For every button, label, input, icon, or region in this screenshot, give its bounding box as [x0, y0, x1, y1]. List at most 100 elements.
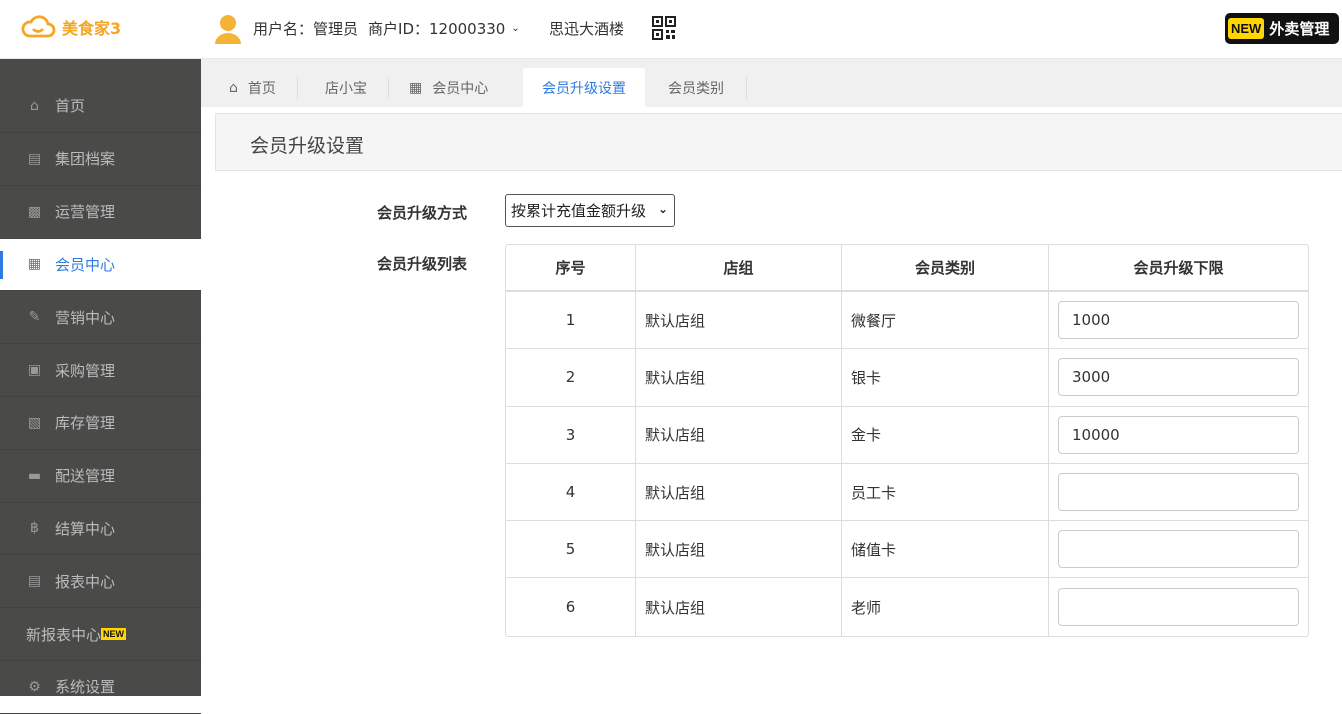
home-icon: ⌂ — [30, 97, 39, 114]
tab-member-center[interactable]: ▦ 会员中心 — [395, 68, 502, 107]
tab-divider — [388, 77, 389, 99]
row-group: 默认店组 — [636, 578, 842, 636]
waimai-button[interactable]: NEW 外卖管理 — [1225, 13, 1339, 44]
table-row: 3 默认店组 金卡 — [506, 406, 1308, 464]
tab-divider — [746, 77, 747, 99]
upgrade-list-label: 会员升级列表 — [377, 255, 468, 273]
column-header-group: 店组 — [636, 245, 842, 292]
sidebar-item-system-settings[interactable]: ⚙ 系统设置 — [0, 661, 201, 714]
sidebar-item-reports[interactable]: ▤ 报表中心 — [0, 555, 201, 609]
row-type: 员工卡 — [842, 463, 1049, 522]
row-no: 1 — [506, 292, 636, 350]
upgrade-method-label: 会员升级方式 — [377, 204, 468, 222]
table-row: 5 默认店组 储值卡 — [506, 521, 1308, 579]
member-card-icon: ▦ — [27, 256, 42, 273]
table-header-row: 序号 店组 会员类别 会员升级下限 — [506, 245, 1308, 292]
sidebar-item-label: 首页 — [55, 97, 86, 115]
sidebar-item-marketing[interactable]: ✎ 营销中心 — [0, 291, 201, 345]
sidebar-item-label: 采购管理 — [55, 361, 116, 380]
row-limit-cell — [1049, 407, 1308, 464]
upgrade-limit-input[interactable] — [1058, 301, 1299, 340]
row-no: 3 — [506, 406, 636, 464]
book-icon: ▣ — [27, 362, 42, 379]
logo-text: 美食家3 — [62, 19, 122, 38]
chevron-down-icon: ⌄ — [511, 23, 520, 34]
tab-label: 会员升级设置 — [542, 80, 626, 97]
truck-icon: ▬ — [27, 467, 42, 484]
cloud-logo-icon — [21, 15, 56, 38]
row-group: 默认店组 — [636, 406, 842, 464]
sidebar-item-new-reports[interactable]: 新报表中心 NEW — [0, 608, 201, 661]
row-no: 5 — [506, 521, 636, 579]
upgrade-limit-input[interactable] — [1058, 415, 1299, 454]
tab-divider — [297, 77, 298, 99]
table-row: 4 默认店组 员工卡 — [506, 463, 1308, 522]
bitcoin-icon: ฿ — [30, 520, 39, 537]
user-avatar-icon[interactable] — [213, 13, 243, 45]
tab-label: 首页 — [247, 80, 276, 97]
tab-member-types[interactable]: 会员类别 — [654, 68, 738, 107]
home-icon: ⌂ — [229, 79, 238, 96]
column-header-limit: 会员升级下限 — [1049, 245, 1308, 292]
row-type: 金卡 — [842, 406, 1049, 464]
row-no: 6 — [506, 578, 636, 636]
row-limit-cell — [1049, 292, 1308, 350]
tab-bar: ⌂ 首页 店小宝 ▦ 会员中心 会员升级设置 会员类别 — [201, 59, 1342, 107]
sidebar-item-label: 集团档案 — [55, 150, 116, 169]
row-group: 默认店组 — [636, 349, 842, 407]
row-group: 默认店组 — [636, 292, 842, 350]
tab-home[interactable]: ⌂ 首页 — [215, 68, 290, 107]
upgrade-limit-input[interactable] — [1058, 588, 1299, 627]
logo[interactable]: 美食家3 — [20, 14, 121, 40]
tab-dianxiaobao[interactable]: 店小宝 — [311, 68, 381, 107]
column-header-type: 会员类别 — [842, 245, 1049, 292]
row-type: 储值卡 — [842, 521, 1049, 579]
row-type: 微餐厅 — [842, 292, 1049, 350]
bar-chart-icon: ▩ — [27, 203, 42, 220]
sidebar-item-delivery[interactable]: ▬ 配送管理 — [0, 450, 201, 503]
upgrade-method-select[interactable]: 按累计充值金额升级 ⌄ — [505, 194, 675, 227]
sidebar-item-group-archive[interactable]: ▤ 集团档案 — [0, 133, 201, 186]
waimai-label: 外卖管理 — [1269, 20, 1330, 38]
row-limit-cell — [1049, 349, 1308, 407]
table-row: 6 默认店组 老师 — [506, 578, 1308, 636]
sidebar-item-label: 新报表中心 — [26, 625, 102, 644]
report-icon: ▤ — [27, 573, 42, 590]
table-row: 2 默认店组 银卡 — [506, 349, 1308, 407]
row-limit-cell — [1049, 464, 1308, 522]
sidebar-item-label: 会员中心 — [55, 255, 116, 274]
sidebar-item-label: 结算中心 — [55, 519, 116, 538]
gears-icon: ⚙ — [28, 678, 41, 695]
page-title: 会员升级设置 — [250, 135, 365, 157]
qr-code-icon[interactable] — [652, 16, 676, 40]
sidebar-item-member-center[interactable]: ▦ 会员中心 — [0, 238, 201, 292]
upgrade-limit-input[interactable] — [1058, 358, 1299, 397]
row-limit-cell — [1049, 521, 1308, 579]
merchant-label: 商户ID：12000330 — [368, 20, 506, 38]
sidebar: ⌂ 首页 ▤ 集团档案 ▩ 运营管理 ▦ 会员中心 ✎ 营销中心 ▣ 采购管理 … — [0, 59, 201, 714]
sidebar-item-label: 库存管理 — [55, 414, 116, 433]
tab-member-upgrade-settings[interactable]: 会员升级设置 — [523, 68, 645, 107]
tab-label: 会员类别 — [668, 80, 724, 97]
sidebar-item-label: 报表中心 — [55, 572, 116, 591]
edit-icon: ✎ — [28, 309, 41, 326]
table-row: 1 默认店组 微餐厅 — [506, 292, 1308, 350]
new-badge: NEW — [1228, 18, 1265, 39]
user-label: 用户名：管理员 — [253, 20, 359, 38]
sidebar-item-label: 系统设置 — [55, 678, 116, 697]
sidebar-item-operations[interactable]: ▩ 运营管理 — [0, 186, 201, 239]
row-type: 银卡 — [842, 349, 1049, 407]
sidebar-item-settlement[interactable]: ฿ 结算中心 — [0, 503, 201, 556]
sidebar-item-home[interactable]: ⌂ 首页 — [0, 59, 201, 133]
column-header-no: 序号 — [506, 245, 636, 292]
user-info[interactable]: 用户名：管理员 商户ID：12000330 ⌄ — [253, 18, 520, 39]
building-icon: ▧ — [27, 414, 42, 431]
sidebar-item-inventory[interactable]: ▧ 库存管理 — [0, 397, 201, 450]
upgrade-limit-input[interactable] — [1058, 473, 1299, 512]
row-group: 默认店组 — [636, 521, 842, 579]
file-icon: ▤ — [27, 150, 42, 167]
store-name[interactable]: 思迅大酒楼 — [549, 18, 624, 39]
upgrade-limit-input[interactable] — [1058, 530, 1299, 569]
new-badge: NEW — [101, 628, 127, 641]
sidebar-item-purchasing[interactable]: ▣ 采购管理 — [0, 344, 201, 397]
